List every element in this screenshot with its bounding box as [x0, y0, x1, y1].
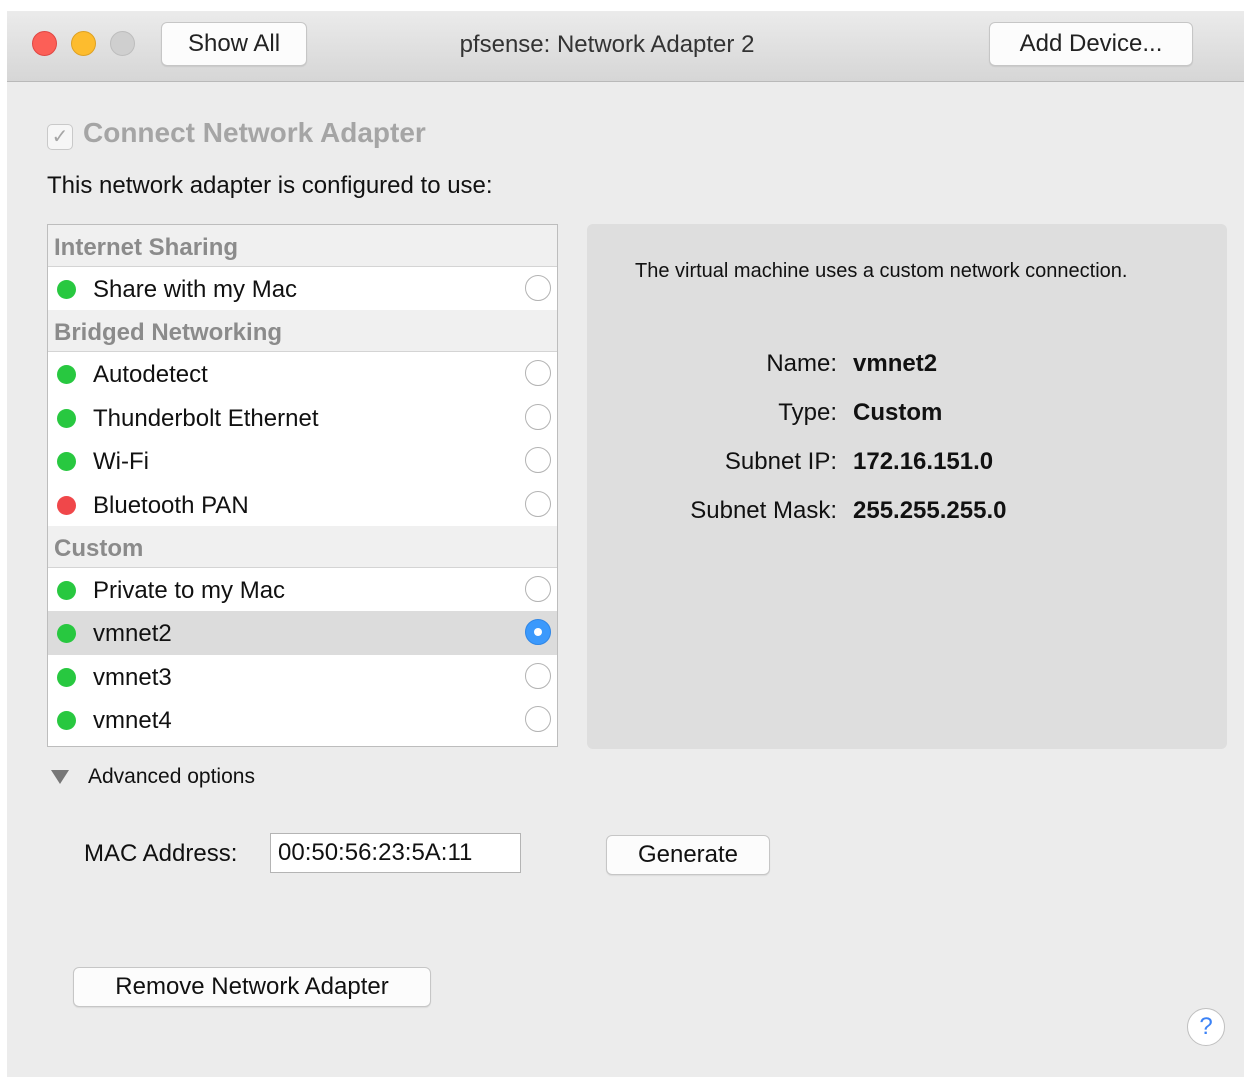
status-dot-icon: [57, 711, 76, 731]
connect-adapter-label: Connect Network Adapter: [83, 117, 426, 148]
network-option-row[interactable]: vmnet2: [48, 611, 557, 655]
network-option-radio[interactable]: [525, 403, 551, 430]
title-bar: Show All pfsense: Network Adapter 2 Add …: [7, 11, 1244, 82]
network-option-radio[interactable]: [525, 490, 551, 517]
info-value: 172.16.151.0: [853, 448, 994, 475]
network-option-row[interactable]: vmnet4: [48, 698, 557, 741]
status-dot-icon: [57, 365, 76, 385]
info-row-subnet-mask: Subnet Mask: 255.255.255.0: [587, 497, 1227, 531]
info-key: Subnet Mask:: [690, 497, 837, 524]
section-header: Internet Sharing: [48, 225, 557, 267]
network-option-label: Private to my Mac: [93, 576, 286, 604]
status-dot-icon: [57, 408, 76, 428]
network-option-row[interactable]: Share with my Mac: [48, 267, 557, 310]
network-option-radio[interactable]: [525, 275, 551, 301]
info-key: Type:: [778, 399, 837, 426]
info-description: The virtual machine uses a custom networ…: [635, 260, 1128, 282]
network-option-radio[interactable]: [525, 706, 551, 733]
network-option-row[interactable]: vmnet3: [48, 655, 557, 698]
mac-address-field[interactable]: [270, 833, 521, 873]
advanced-options-label[interactable]: Advanced options: [88, 765, 255, 789]
status-dot-icon: [57, 495, 76, 515]
help-icon[interactable]: ?: [1187, 1008, 1225, 1046]
section-header: Custom: [48, 525, 557, 568]
show-all-button[interactable]: Show All: [161, 22, 307, 66]
connect-adapter-checkbox[interactable]: ✓: [47, 124, 73, 150]
section-header: Bridged Networking: [48, 310, 557, 353]
network-option-label: Wi-Fi: [93, 448, 149, 476]
status-dot-icon: [57, 667, 76, 687]
network-option-row[interactable]: Autodetect: [48, 352, 557, 395]
network-option-radio[interactable]: [525, 360, 551, 387]
info-value: 255.255.255.0: [853, 497, 1007, 524]
network-option-radio[interactable]: [525, 575, 551, 602]
network-option-label: vmnet2: [93, 620, 172, 648]
minimize-window-icon[interactable]: [71, 31, 96, 56]
window-title: pfsense: Network Adapter 2: [459, 31, 755, 58]
generate-button[interactable]: Generate: [606, 835, 770, 875]
preferences-window: Show All pfsense: Network Adapter 2 Add …: [7, 11, 1244, 1077]
status-dot-icon: [57, 280, 76, 299]
info-value: vmnet2: [853, 350, 938, 377]
network-option-label: Thunderbolt Ethernet: [93, 404, 319, 432]
network-option-radio[interactable]: [525, 662, 551, 689]
info-key: Subnet IP:: [724, 448, 837, 475]
mac-address-label: MAC Address:: [84, 840, 238, 867]
status-dot-icon: [57, 452, 76, 472]
config-label: This network adapter is configured to us…: [47, 172, 493, 199]
info-row-subnet-ip: Subnet IP: 172.16.151.0: [587, 448, 1227, 482]
status-dot-icon: [57, 580, 76, 600]
network-option-row[interactable]: Thunderbolt Ethernet: [48, 396, 557, 439]
disclosure-triangle-icon[interactable]: [51, 770, 69, 784]
network-option-radio[interactable]: [525, 619, 551, 646]
network-option-row[interactable]: Wi-Fi: [48, 439, 557, 482]
network-option-label: Bluetooth PAN: [93, 491, 249, 519]
network-option-label: vmnet4: [93, 707, 172, 735]
info-row-type: Type: Custom: [587, 399, 1227, 433]
remove-network-adapter-button[interactable]: Remove Network Adapter: [73, 967, 431, 1007]
network-option-radio[interactable]: [525, 447, 551, 474]
network-option-label: Autodetect: [93, 361, 208, 389]
info-value: Custom: [853, 399, 943, 426]
network-option-label: Share with my Mac: [93, 276, 298, 303]
network-option-row[interactable]: Private to my Mac: [48, 568, 557, 611]
status-dot-icon: [57, 624, 76, 644]
network-option-label: vmnet3: [93, 663, 172, 691]
close-window-icon[interactable]: [32, 31, 57, 56]
network-info-panel: The virtual machine uses a custom networ…: [587, 224, 1227, 749]
info-row-name: Name: vmnet2: [587, 350, 1227, 384]
network-option-row[interactable]: Bluetooth PAN: [48, 483, 557, 526]
zoom-window-icon[interactable]: [110, 31, 135, 56]
info-key: Name:: [766, 350, 837, 377]
network-list: Internet Sharing Share with my Mac Bridged…: [47, 224, 558, 747]
add-device-button[interactable]: Add Device...: [989, 22, 1193, 66]
